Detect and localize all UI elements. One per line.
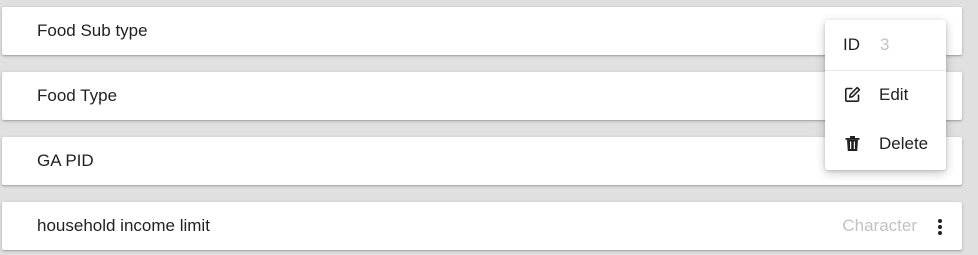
edit-icon xyxy=(844,86,861,103)
field-row-food-type[interactable]: Food Type xyxy=(2,72,962,120)
menu-id-value: 3 xyxy=(880,35,890,54)
trash-icon xyxy=(844,135,861,152)
field-type: Character xyxy=(842,216,917,235)
field-row-food-sub-type[interactable]: Food Sub type xyxy=(2,7,962,55)
field-row-ga-pid[interactable]: GA PID xyxy=(2,137,962,185)
edit-label: Edit xyxy=(879,85,909,104)
edit-menu-item[interactable]: Edit xyxy=(825,72,946,118)
field-name: GA PID xyxy=(37,151,94,170)
menu-header: ID 3 xyxy=(825,20,946,71)
field-context-menu: ID 3 Edit Delete xyxy=(825,20,946,170)
field-name: Food Sub type xyxy=(37,21,148,40)
field-row-household-income-limit[interactable]: household income limit Character xyxy=(2,202,962,250)
field-name: Food Type xyxy=(37,86,118,105)
delete-label: Delete xyxy=(879,134,929,153)
field-name: household income limit xyxy=(37,216,210,235)
delete-menu-item[interactable]: Delete xyxy=(825,121,946,167)
menu-id-label: ID xyxy=(843,35,860,54)
more-options-icon[interactable] xyxy=(936,218,944,236)
